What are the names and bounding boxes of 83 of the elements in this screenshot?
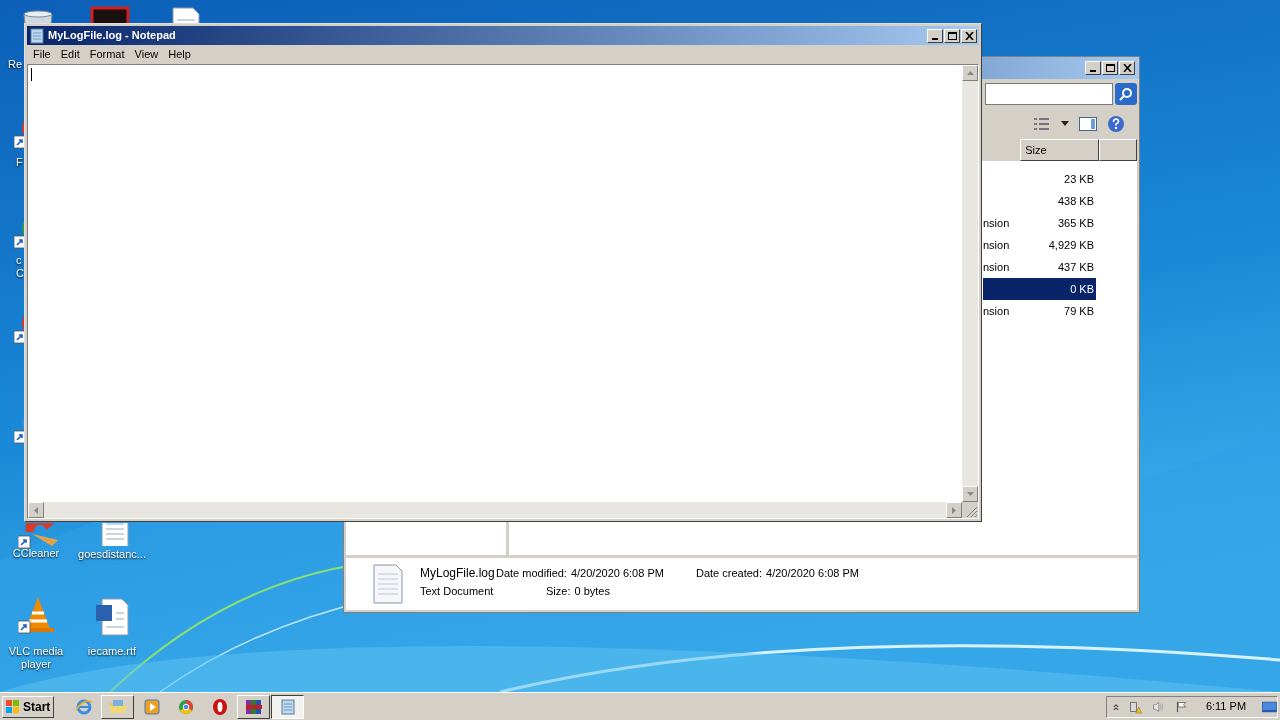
start-button[interactable]: Start	[2, 695, 54, 718]
column-header[interactable]	[1099, 139, 1137, 161]
menu-item[interactable]: File	[28, 46, 56, 63]
up-arrow-icon	[966, 71, 974, 75]
icon-label: CCleaner	[11, 547, 61, 560]
icon-label: F	[16, 156, 23, 169]
table-cell-text: 4,929 KB	[1047, 237, 1095, 253]
menu-item[interactable]: Edit	[55, 46, 85, 63]
close-button[interactable]	[1119, 61, 1135, 75]
table-cell-text: 437 KB	[1056, 259, 1095, 275]
menu-item[interactable]: Format	[84, 46, 130, 63]
maximize-icon	[1105, 64, 1115, 72]
horizontal-scrollbar[interactable]	[28, 502, 962, 518]
table-cell: nsion	[983, 216, 1010, 229]
file-row[interactable]: nsion 437 KB	[983, 256, 1096, 278]
taskbar-button[interactable]	[271, 694, 304, 719]
icon-label: C	[16, 267, 24, 280]
field-label: Size:	[546, 583, 571, 599]
column-header[interactable]: Size	[1020, 139, 1100, 161]
icon-label: VLC media player	[7, 645, 65, 671]
minimize-button[interactable]	[1085, 61, 1101, 75]
cleaner-icon[interactable]	[18, 523, 58, 550]
right-arrow-icon	[952, 506, 956, 514]
table-cell: nsion	[983, 304, 1010, 317]
chevron-up-icon[interactable]	[1113, 701, 1119, 712]
field-label: Date created:	[696, 565, 763, 581]
file-row[interactable]: 0 KB	[983, 278, 1096, 300]
dropdown-icon[interactable]	[1061, 121, 1069, 127]
field-label: Date modified:	[496, 565, 567, 581]
archive-icon	[244, 697, 263, 716]
browser-icon	[74, 697, 93, 716]
search-field[interactable]	[985, 83, 1113, 105]
opera-icon	[210, 697, 229, 716]
file-row[interactable]: 438 KB	[983, 190, 1096, 212]
help-icon[interactable]	[1107, 115, 1125, 133]
field-value: 4/20/2020 6:08 PM	[570, 565, 664, 581]
icon-label: c	[16, 254, 23, 267]
maximize-button[interactable]	[944, 28, 960, 43]
window-title: MyLogFile.log - Notepad	[48, 28, 176, 44]
folder-icon	[108, 697, 127, 716]
close-icon	[1122, 64, 1132, 72]
close-icon	[964, 31, 974, 40]
table-cell-text: 365 KB	[1056, 215, 1095, 231]
minimize-button[interactable]	[927, 28, 943, 43]
field-value: 4/20/2020 6:08 PM	[766, 565, 859, 581]
menu-item[interactable]: Help	[163, 46, 196, 63]
browser-icon	[176, 697, 195, 716]
table-cell-text: 79 KB	[1063, 303, 1095, 319]
icon-label: iecame.rtf	[86, 645, 138, 658]
table-cell-text: 23 KB	[1063, 171, 1095, 187]
view-options-icon[interactable]	[1033, 117, 1051, 131]
file-name: MyLogFile.log	[420, 565, 496, 582]
play-icon	[142, 697, 161, 716]
file-row[interactable]: nsion 4,929 KB	[983, 234, 1096, 256]
maximize-button[interactable]	[1102, 61, 1118, 75]
down-arrow-icon	[966, 492, 974, 496]
left-arrow-icon	[34, 506, 38, 514]
vertical-scrollbar[interactable]	[962, 65, 978, 502]
document-icon	[372, 564, 404, 604]
preview-pane-icon[interactable]	[1079, 117, 1097, 131]
menu-item[interactable]: View	[129, 46, 164, 63]
icon-label: goesdistanc...	[77, 548, 147, 561]
notepad-icon	[278, 697, 297, 716]
file-row[interactable]: nsion 365 KB	[983, 212, 1096, 234]
file-type: Text Document	[420, 583, 495, 599]
show-desktop-icon[interactable]	[1262, 699, 1277, 714]
search-icon	[1119, 87, 1133, 101]
close-button[interactable]	[961, 28, 977, 43]
windows-logo-icon	[5, 698, 21, 715]
table-cell-text: 0 KB	[1069, 281, 1095, 297]
field-value: 0 bytes	[574, 583, 610, 599]
table-cell-text: 438 KB	[1056, 193, 1095, 209]
icon-label: Re	[8, 58, 23, 71]
search-button[interactable]	[1115, 83, 1137, 105]
clock[interactable]: 6:11 PM	[1205, 698, 1247, 715]
table-cell: nsion	[983, 238, 1010, 251]
table-cell: nsion	[983, 260, 1010, 273]
file-row[interactable]: nsion 79 KB	[983, 300, 1096, 322]
file-row[interactable]: 23 KB	[983, 168, 1096, 190]
maximize-icon	[947, 31, 957, 40]
notepad-icon	[29, 27, 45, 44]
minimize-icon	[1090, 70, 1096, 72]
minimize-icon	[932, 37, 938, 40]
